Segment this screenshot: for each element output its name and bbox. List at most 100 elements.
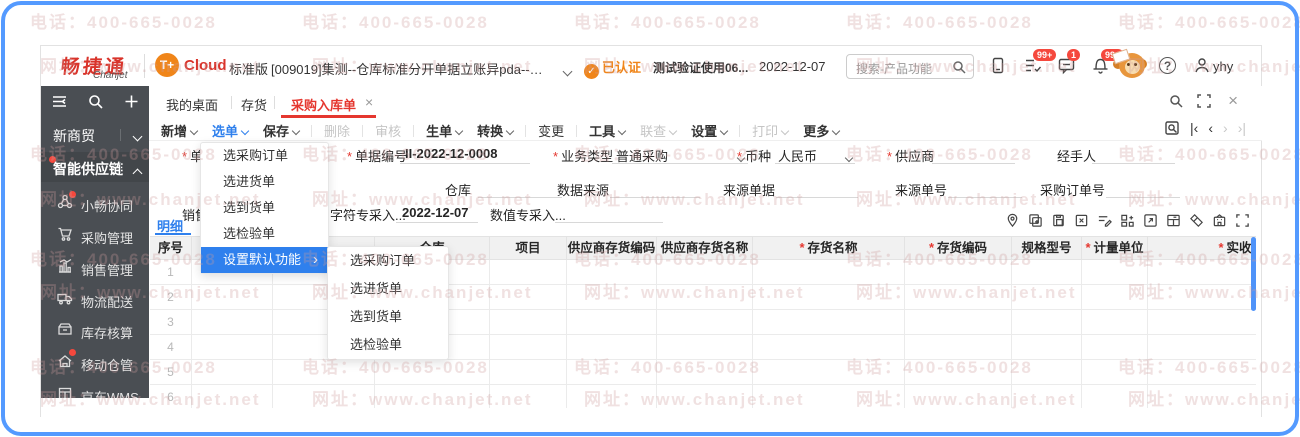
grid-cell[interactable] [375, 385, 490, 408]
grid-column-header[interactable]: 供应商存货编码 [567, 237, 657, 259]
sidebar-item-mobile-warehouse[interactable]: 移动仓管 [41, 347, 149, 377]
menu-item-select-purchase-order[interactable]: 选采购订单 [201, 143, 328, 169]
grid-cell[interactable] [753, 285, 905, 309]
grid-cell[interactable] [753, 335, 905, 359]
row-number[interactable]: 4 [150, 335, 192, 359]
doc-search-icon[interactable] [1164, 120, 1180, 136]
grid-row[interactable]: 4 [150, 335, 1256, 360]
toolbar-print-button[interactable]: 打印 [752, 121, 788, 140]
toolbar-tools-button[interactable]: 工具 [589, 121, 625, 140]
todo-list-icon[interactable]: 99+ [1023, 56, 1043, 76]
grid-cell[interactable] [490, 335, 567, 359]
grid-cell[interactable] [1082, 335, 1148, 359]
last-record-icon[interactable]: ›| [1238, 120, 1246, 136]
account-title[interactable]: [009019]集测--仓库标准分开单据立账异pda--开通友空... [271, 59, 553, 78]
first-record-icon[interactable]: |‹ [1190, 120, 1198, 136]
grid-column-header[interactable]: 规格型号 [1012, 237, 1082, 259]
grid-cell[interactable] [1082, 360, 1148, 384]
grid-cell[interactable] [905, 310, 1012, 334]
grid-cell[interactable] [905, 335, 1012, 359]
user-avatar-icon[interactable] [1193, 56, 1213, 76]
num-custom-input[interactable] [555, 205, 663, 223]
grid-cell[interactable] [192, 360, 273, 384]
message-icon[interactable]: 1 [1057, 56, 1077, 76]
grid-cell[interactable] [567, 360, 657, 384]
paste-icon[interactable] [1051, 213, 1066, 228]
tab-search-icon[interactable] [1168, 93, 1184, 109]
grid-cell[interactable] [753, 310, 905, 334]
grid-column-header[interactable]: 供应商存货名称 [657, 237, 753, 259]
sidebar-group-xinshangmao[interactable]: 新商贸 [41, 119, 149, 149]
grid-cell[interactable] [657, 285, 753, 309]
toolbar-more-button[interactable]: 更多 [803, 121, 839, 140]
grid-cell[interactable] [1012, 310, 1082, 334]
chevron-down-icon[interactable] [120, 129, 141, 141]
toolbar-audit-button[interactable]: 审核 [375, 121, 401, 140]
row-number[interactable]: 1 [150, 260, 192, 284]
grid-cell[interactable] [490, 285, 567, 309]
row-number[interactable]: 6 [150, 385, 192, 408]
grid-cell[interactable] [1148, 310, 1256, 334]
edit-rows-icon[interactable] [1097, 213, 1112, 228]
po-no-input[interactable] [1106, 180, 1180, 198]
tab-inventory[interactable]: 存货 [241, 95, 267, 114]
grid-cell[interactable] [905, 260, 1012, 284]
grid-cell[interactable] [905, 360, 1012, 384]
doc-no-input[interactable] [400, 146, 530, 164]
sidebar-item-collab[interactable]: 小畅协同 [41, 188, 149, 218]
grid-cell[interactable] [567, 335, 657, 359]
handler-input[interactable] [1092, 146, 1175, 164]
tab-purchase-inbound[interactable]: 采购入库单 [291, 95, 356, 114]
grid-cell[interactable] [273, 360, 375, 384]
sidebar-group-supply-chain[interactable]: 智能供应链 [41, 152, 149, 182]
grid-cell[interactable] [192, 385, 273, 408]
building-icon[interactable] [1212, 213, 1227, 228]
grid-cell[interactable] [1082, 285, 1148, 309]
grid-cell[interactable] [753, 385, 905, 408]
src-doc-input[interactable] [776, 180, 858, 198]
menu-item-select-arrival-doc[interactable]: 选到货单 [201, 195, 328, 221]
submenu-item-select-purchase-order[interactable]: 选采购订单 [328, 247, 448, 275]
grid-cell[interactable] [657, 360, 753, 384]
grid-fullscreen-icon[interactable] [1235, 213, 1250, 228]
grid-cell[interactable] [567, 285, 657, 309]
grid-cell[interactable] [1012, 385, 1082, 408]
sidebar-item-purchase[interactable]: 采购管理 [41, 220, 149, 250]
grid-cell[interactable] [1148, 385, 1256, 408]
toolbar-delete-button[interactable]: 删除 [324, 121, 350, 140]
grid-cell[interactable] [1082, 385, 1148, 408]
grid-cell[interactable] [490, 385, 567, 408]
username[interactable]: yhy [1213, 59, 1233, 74]
toolbar-change-button[interactable]: 变更 [538, 121, 564, 140]
sidebar-add-icon[interactable] [123, 93, 140, 110]
toolbar-link-query-button[interactable]: 联查 [640, 121, 676, 140]
grid-row[interactable]: 6 [150, 385, 1256, 408]
grid-cell[interactable] [192, 335, 273, 359]
close-page-icon[interactable]: × [1228, 91, 1238, 111]
help-icon[interactable]: ? [1159, 57, 1176, 74]
sidebar-search-icon[interactable] [87, 93, 104, 110]
layout-add-icon[interactable] [1166, 213, 1181, 228]
grid-column-header[interactable]: 存货名称 [753, 237, 905, 259]
search-icon[interactable] [951, 59, 967, 75]
grid-cell[interactable] [490, 260, 567, 284]
row-number[interactable]: 5 [150, 360, 192, 384]
collapse-menu-icon[interactable] [51, 93, 68, 110]
toolbar-select-doc-button[interactable]: 选单 [212, 121, 248, 140]
grid-cell[interactable] [1148, 285, 1256, 309]
toolbar-settings-button[interactable]: 设置 [691, 121, 727, 140]
delete-row-icon[interactable] [1074, 213, 1089, 228]
toolbar-convert-button[interactable]: 转换 [477, 121, 513, 140]
grid-cell[interactable] [1148, 335, 1256, 359]
grid-cell[interactable] [753, 360, 905, 384]
toolbar-generate-button[interactable]: 生单 [426, 121, 462, 140]
chevron-up-icon[interactable] [120, 162, 141, 174]
grid-column-header[interactable]: 计量单位 [1082, 237, 1148, 259]
row-number[interactable]: 3 [150, 310, 192, 334]
grid-vertical-scrollbar[interactable] [1251, 237, 1256, 311]
toolbar-save-button[interactable]: 保存 [263, 121, 299, 140]
warehouse-input[interactable] [478, 180, 562, 198]
grid-cell[interactable] [753, 260, 905, 284]
src-no-input[interactable] [948, 180, 1022, 198]
char-custom-input[interactable] [396, 205, 478, 223]
